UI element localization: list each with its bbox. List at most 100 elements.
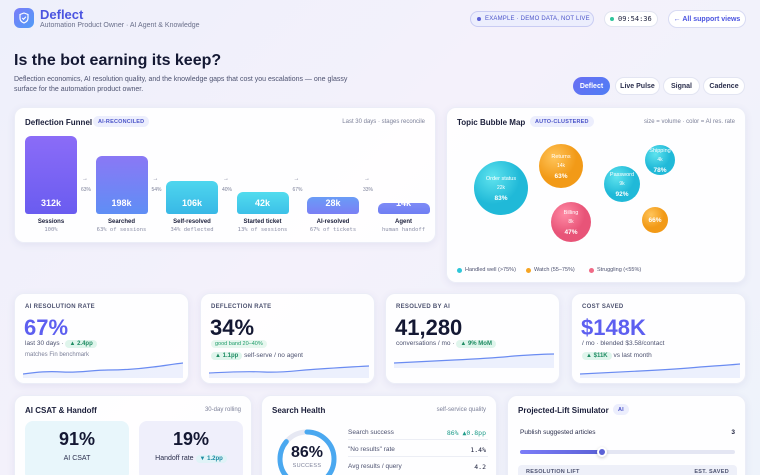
funnel-transition-pct: 40%	[222, 187, 233, 193]
funnel-sub: 13% of sessions	[237, 227, 288, 233]
kpi-label: AI RESOLUTION RATE	[25, 304, 95, 310]
funnel-transition-pct: 33%	[363, 187, 374, 193]
funnel-chart: 312k Sessions 100% 198k Searched 63% of sessi…	[15, 108, 437, 244]
bubble-text: 66%	[648, 217, 661, 224]
funnel-arrow-icon: →	[223, 176, 229, 182]
lift-slider-thumb[interactable]	[596, 447, 607, 457]
search-health-card: Search Health self-service quality 86% S…	[261, 395, 497, 475]
kpi-delta: ▲ $11K	[582, 352, 612, 360]
tab-deflect[interactable]: Deflect	[573, 77, 610, 95]
slider-label: Publish suggested articles	[520, 429, 596, 436]
tab-live-pulse[interactable]: Live Pulse	[615, 77, 660, 95]
funnel-sub: 63% of sessions	[96, 227, 147, 233]
funnel-transition-pct: 63%	[81, 187, 92, 193]
avg-results-value: 4.2	[474, 463, 486, 471]
bubble-text: 4k	[657, 157, 663, 163]
demo-data-badge: EXAMPLE · DEMO DATA, NOT LIVE	[470, 11, 594, 27]
funnel-sub: 67% of tickets	[309, 227, 357, 233]
search-health-title: Search Health	[272, 406, 326, 415]
bubble-chart: Order status 22k 83% Returns 14k 63% Password 9…	[474, 144, 675, 242]
shield-logo-icon	[14, 8, 34, 28]
kpi-sub: last 30 days · ▲ 2.4pp	[25, 340, 97, 348]
funnel-label: Agent	[395, 219, 412, 225]
funnel-arrow-icon: →	[82, 176, 88, 182]
funnel-transition-pct: 54%	[151, 187, 162, 193]
avg-results-label: Avg results / query	[348, 463, 402, 470]
live-dot-icon	[610, 17, 614, 21]
kpi-sparkline	[23, 362, 183, 378]
bubble-text: Order status	[486, 176, 517, 182]
kpi-ai-resolution-rate: AI RESOLUTION RATE 67% last 30 days · ▲ …	[14, 293, 189, 384]
brand-subtitle: Automation Product Owner · AI Agent & Kn…	[40, 22, 200, 29]
demo-dot-icon	[477, 17, 481, 21]
slider-value: 3	[731, 429, 735, 436]
bubble-text: 22k	[497, 185, 506, 191]
kpi-delta: ▲ 2.4pp	[65, 340, 97, 348]
funnel-arrow-icon: →	[364, 176, 370, 182]
lift-slider-track[interactable]	[520, 447, 735, 457]
bubble-text: 78%	[653, 167, 666, 174]
search-success-value: 86% ▲0.8pp	[446, 429, 486, 437]
est-saved-header: EST. SAVED	[694, 469, 729, 475]
kpi-sparkline	[209, 365, 369, 378]
kpi-value: 41,280	[395, 315, 463, 340]
funnel-label: Searched	[107, 219, 135, 225]
deflection-funnel-card: Deflection Funnel AI-RECONCILED Last 30 …	[14, 107, 436, 243]
csat-value: 91%	[58, 429, 96, 449]
handoff-label: Handoff rate ▼ 1.2pp	[139, 455, 243, 463]
csat-tile: 91% AI CSAT	[25, 421, 129, 475]
kpi-label: COST SAVED	[582, 304, 624, 310]
bubble-map-note: size = volume · color = AI res. rate	[643, 119, 735, 125]
bubble-text: 8k	[568, 219, 574, 225]
bubble-text: Password	[610, 172, 634, 178]
top-bar: Deflect Automation Product Owner · AI Ag…	[0, 0, 760, 40]
bubble-text: 92%	[615, 191, 628, 198]
gauge-label: SUCCESS	[292, 463, 322, 469]
bubble-text: Returns	[551, 154, 571, 160]
kpi-cost-saved: COST SAVED $148K / mo · blended $3.58/co…	[571, 293, 746, 384]
ai-csat-handoff-card: AI CSAT & Handoff 30-day rolling 91% AI …	[14, 395, 252, 475]
bubble-text: Billing	[564, 210, 579, 216]
projected-lift-simulator-card: Projected-Lift Simulator AI Publish sugg…	[507, 395, 746, 475]
brand-title: Deflect	[40, 7, 84, 22]
gauge-value: 86%	[290, 444, 324, 461]
funnel-value: 42k	[254, 198, 271, 208]
funnel-label: AI-resolved	[316, 219, 350, 225]
divider	[348, 456, 488, 457]
funnel-arrow-icon: →	[293, 176, 300, 182]
simulator-table-header: RESOLUTION LIFT EST. SAVED	[518, 465, 737, 475]
kpi-value: $148K	[581, 315, 646, 340]
csat-label: AI CSAT	[63, 455, 91, 462]
kpi-sub: / mo · blended $3.58/contact	[582, 340, 665, 347]
simulator-ai-chip: AI	[613, 404, 629, 415]
kpi-sparkline	[580, 363, 740, 378]
tab-signal[interactable]: Signal	[663, 77, 700, 95]
funnel-value: 312k	[40, 198, 62, 208]
no-results-label: "No results" rate	[348, 446, 395, 453]
tab-cadence[interactable]: Cadence	[703, 77, 745, 95]
funnel-label: Self-resolved	[173, 219, 211, 225]
legend-handled-well: Handled well (>75%)	[457, 267, 516, 273]
bubble-text: 47%	[564, 229, 577, 236]
live-clock: 09:54:36	[604, 11, 658, 27]
bubble-map-title: Topic Bubble Map	[457, 118, 526, 127]
csat-note: 30-day rolling	[204, 407, 241, 413]
no-results-value: 1.4%	[470, 446, 486, 454]
handoff-delta: ▼ 1.2pp	[195, 455, 227, 463]
bubble-text: 83%	[494, 195, 507, 202]
kpi-label: RESOLVED BY AI	[396, 304, 451, 310]
kpi-band: good band 20–40%	[211, 340, 267, 348]
all-support-views-button[interactable]: ← All support views	[668, 10, 746, 28]
kpi-sparkline	[394, 353, 554, 368]
funnel-sub: 34% deflected	[170, 227, 214, 233]
legend-struggling: Struggling (<55%)	[589, 267, 641, 273]
funnel-label: Started ticket	[243, 219, 282, 225]
csat-title: AI CSAT & Handoff	[25, 406, 97, 415]
funnel-value: 198k	[111, 198, 132, 208]
simulator-title: Projected-Lift Simulator	[518, 406, 609, 415]
bubble-map-chip: AUTO-CLUSTERED	[530, 116, 594, 127]
handoff-value: 19%	[172, 429, 210, 449]
topic-bubble-map-card: Topic Bubble Map AUTO-CLUSTERED size = v…	[446, 107, 746, 283]
kpi-sub: conversations / mo · ▲ 9% MoM	[396, 340, 496, 348]
search-health-note: self-service quality	[436, 407, 486, 413]
